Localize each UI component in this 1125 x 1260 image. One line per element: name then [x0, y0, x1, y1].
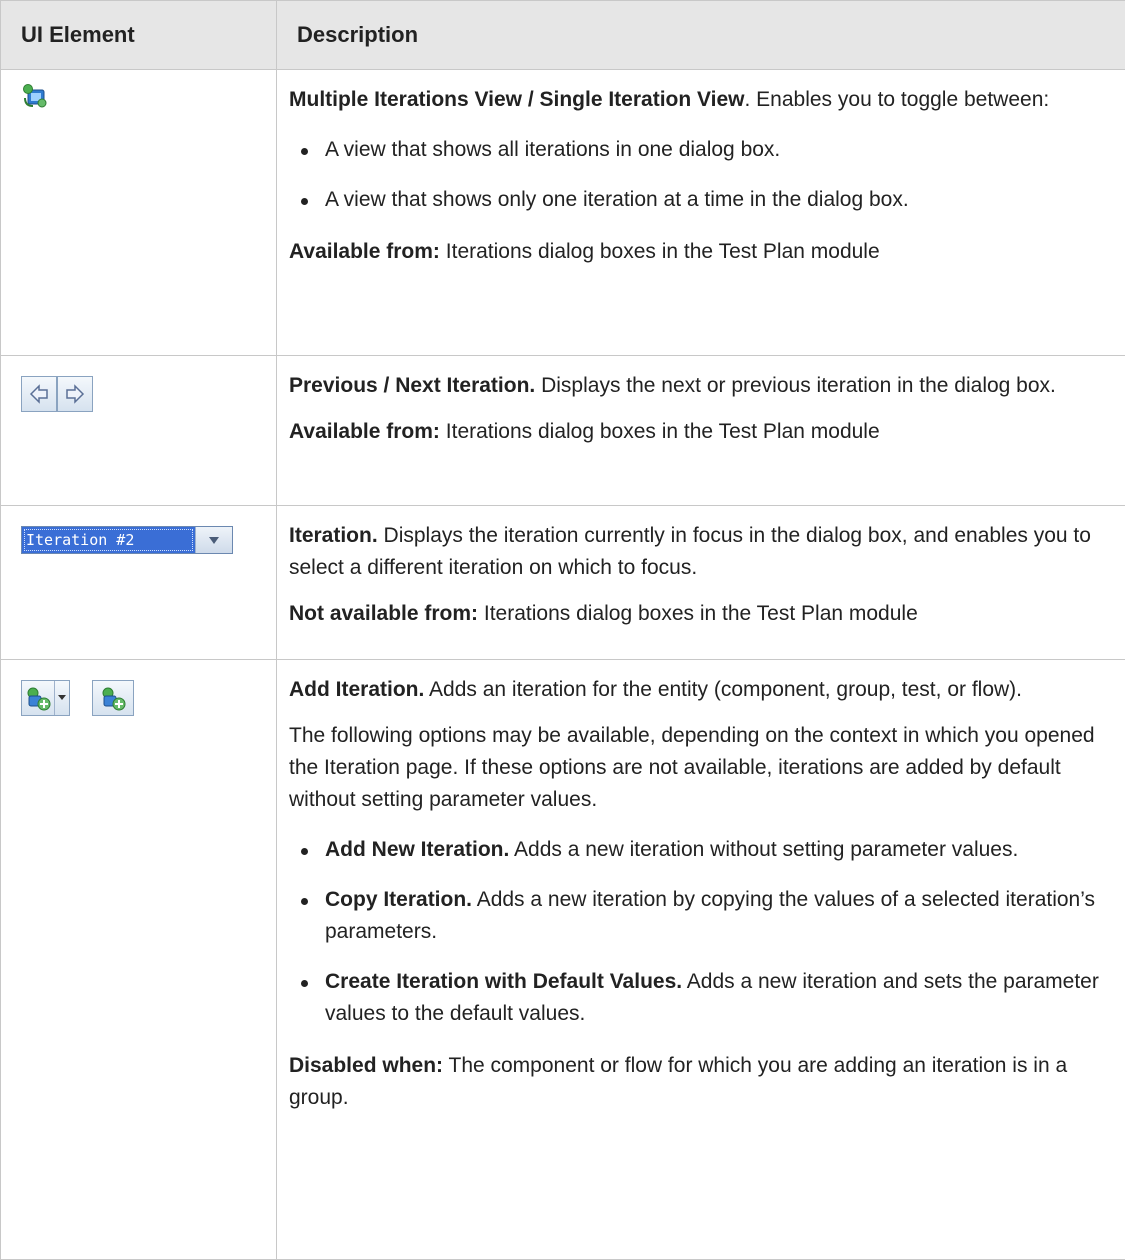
column-header-ui-element: UI Element: [1, 1, 277, 70]
previous-iteration-icon[interactable]: [21, 376, 57, 412]
note-text: Iterations dialog boxes in the Test Plan…: [440, 420, 880, 443]
element-title: Previous / Next Iteration.: [289, 374, 535, 397]
add-iteration-split-button[interactable]: [21, 680, 70, 716]
description-paragraph: Previous / Next Iteration. Displays the …: [289, 370, 1115, 402]
multiple-single-iteration-view-icon: [21, 70, 276, 115]
iteration-dropdown-value: Iteration #2: [22, 527, 195, 553]
table-row: Add Iteration. Adds an iteration for the…: [1, 660, 1125, 1260]
element-title: Add Iteration.: [289, 678, 424, 701]
add-iteration-icon[interactable]: [92, 680, 134, 716]
column-header-description: Description: [277, 1, 1125, 70]
list-item: Create Iteration with Default Values. Ad…: [289, 966, 1115, 1030]
table-row: Iteration #2 Iteration. Displays the ite…: [1, 506, 1125, 660]
ui-element-cell: [1, 356, 277, 506]
chevron-down-icon[interactable]: [54, 681, 69, 715]
description-paragraph: Iteration. Displays the iteration curren…: [289, 520, 1115, 584]
ui-element-cell: [1, 660, 277, 1260]
description-cell: Iteration. Displays the iteration curren…: [277, 506, 1125, 660]
element-text: Adds an iteration for the entity (compon…: [424, 678, 1022, 701]
note-label: Not available from:: [289, 602, 478, 625]
description-paragraph: The following options may be available, …: [289, 720, 1115, 816]
option-label: Create Iteration with Default Values.: [325, 970, 682, 993]
option-label: Add New Iteration.: [325, 838, 509, 861]
description-cell: Previous / Next Iteration. Displays the …: [277, 356, 1125, 506]
ui-element-cell: [1, 70, 277, 356]
iteration-dropdown[interactable]: Iteration #2: [21, 526, 233, 554]
description-paragraph: Add Iteration. Adds an iteration for the…: [289, 674, 1115, 706]
chevron-down-icon[interactable]: [195, 527, 232, 553]
list-item: A view that shows only one iteration at …: [289, 184, 1115, 216]
description-cell: Add Iteration. Adds an iteration for the…: [277, 660, 1125, 1260]
next-iteration-icon[interactable]: [57, 376, 93, 412]
description-paragraph: Multiple Iterations View / Single Iterat…: [289, 84, 1115, 116]
element-title: Iteration.: [289, 524, 378, 547]
table-row: Previous / Next Iteration. Displays the …: [1, 356, 1125, 506]
element-title: Multiple Iterations View / Single Iterat…: [289, 88, 745, 111]
bullet-list: Add New Iteration. Adds a new iteration …: [289, 834, 1115, 1030]
availability-note: Available from: Iterations dialog boxes …: [289, 416, 1115, 448]
list-item: Add New Iteration. Adds a new iteration …: [289, 834, 1115, 866]
table-header-row: UI Element Description: [1, 1, 1125, 70]
element-text: Displays the next or previous iteration …: [535, 374, 1056, 397]
add-iteration-icon[interactable]: [22, 681, 54, 715]
bullet-list: A view that shows all iterations in one …: [289, 134, 1115, 216]
element-text: . Enables you to toggle between:: [745, 88, 1050, 111]
note-text: Iterations dialog boxes in the Test Plan…: [440, 240, 880, 263]
note-text: Iterations dialog boxes in the Test Plan…: [478, 602, 918, 625]
note-label: Available from:: [289, 420, 440, 443]
description-cell: Multiple Iterations View / Single Iterat…: [277, 70, 1125, 356]
list-item: A view that shows all iterations in one …: [289, 134, 1115, 166]
ui-element-cell: Iteration #2: [1, 506, 277, 660]
option-text: Adds a new iteration without setting par…: [509, 838, 1018, 861]
list-item: Copy Iteration. Adds a new iteration by …: [289, 884, 1115, 948]
table-row: Multiple Iterations View / Single Iterat…: [1, 70, 1125, 356]
previous-next-iteration-icons: [21, 356, 276, 412]
add-iteration-icons: [21, 660, 276, 716]
availability-note: Disabled when: The component or flow for…: [289, 1050, 1115, 1114]
ui-element-table: UI Element Description Multiple Iterati: [0, 0, 1125, 1260]
note-label: Disabled when:: [289, 1054, 443, 1077]
element-text: Displays the iteration currently in focu…: [289, 524, 1091, 579]
option-label: Copy Iteration.: [325, 888, 472, 911]
note-label: Available from:: [289, 240, 440, 263]
availability-note: Available from: Iterations dialog boxes …: [289, 236, 1115, 268]
availability-note: Not available from: Iterations dialog bo…: [289, 598, 1115, 630]
